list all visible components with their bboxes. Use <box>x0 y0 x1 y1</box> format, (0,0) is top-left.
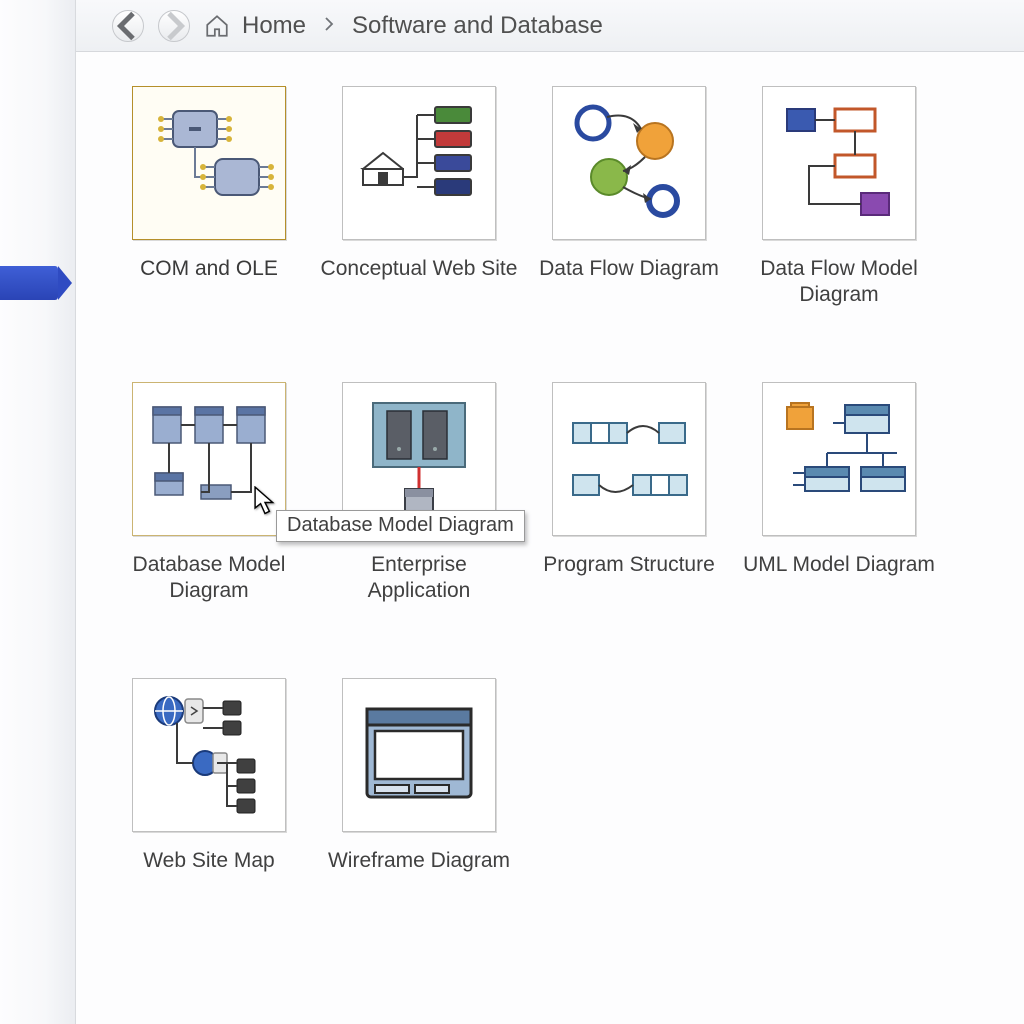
template-data-flow-model-diagram[interactable]: Data Flow Model Diagram <box>734 78 944 374</box>
web-site-map-icon <box>139 685 279 825</box>
template-thumbnail <box>342 678 496 832</box>
breadcrumb-current[interactable]: Software and Database <box>352 12 603 40</box>
template-label: Data Flow Diagram <box>533 256 725 282</box>
template-label: Database Model Diagram <box>104 552 314 605</box>
main-panel: Home Software and Database <box>76 0 1024 1024</box>
template-label: COM and OLE <box>134 256 284 282</box>
tooltip: Database Model Diagram <box>276 510 525 542</box>
template-label: Enterprise Application <box>314 552 524 605</box>
template-data-flow-diagram[interactable]: Data Flow Diagram <box>524 78 734 374</box>
template-uml-model-diagram[interactable]: UML Model Diagram <box>734 374 944 670</box>
template-program-structure[interactable]: Program Structure <box>524 374 734 670</box>
template-label: Data Flow Model Diagram <box>734 256 944 309</box>
breadcrumb-home[interactable]: Home <box>204 12 306 40</box>
nav-forward-button[interactable] <box>158 10 190 42</box>
template-label: Conceptual Web Site <box>315 256 524 282</box>
template-conceptual-web-site[interactable]: Conceptual Web Site <box>314 78 524 374</box>
template-label: Wireframe Diagram <box>322 848 516 874</box>
program-structure-icon <box>559 389 699 529</box>
data-flow-diagram-icon <box>559 93 699 233</box>
template-label: Web Site Map <box>137 848 281 874</box>
template-com-and-ole[interactable]: COM and OLE <box>104 78 314 374</box>
com-ole-icon <box>139 93 279 233</box>
template-thumbnail <box>552 382 706 536</box>
template-thumbnail <box>132 86 286 240</box>
template-label: UML Model Diagram <box>737 552 941 578</box>
template-label: Program Structure <box>537 552 721 578</box>
template-grid: COM and OLE <box>76 52 1024 992</box>
template-thumbnail <box>552 86 706 240</box>
uml-model-diagram-icon <box>769 389 909 529</box>
template-thumbnail <box>762 382 916 536</box>
template-web-site-map[interactable]: Web Site Map <box>104 670 314 966</box>
arrow-right-icon <box>159 11 189 41</box>
conceptual-web-site-icon <box>349 93 489 233</box>
wireframe-diagram-icon <box>349 685 489 825</box>
nav-back-button[interactable] <box>112 10 144 42</box>
template-thumbnail <box>132 678 286 832</box>
data-flow-model-diagram-icon <box>769 93 909 233</box>
enterprise-application-icon <box>349 389 489 529</box>
breadcrumb-bar: Home Software and Database <box>76 0 1024 52</box>
arrow-left-icon <box>113 11 143 41</box>
chevron-right-icon <box>320 15 338 36</box>
home-icon <box>204 13 230 39</box>
left-rail <box>0 0 76 1024</box>
breadcrumb-home-label: Home <box>242 12 306 40</box>
panel-expand-tab[interactable] <box>0 266 58 300</box>
cursor-icon <box>254 486 276 516</box>
template-wireframe-diagram[interactable]: Wireframe Diagram <box>314 670 524 966</box>
template-thumbnail <box>762 86 916 240</box>
template-thumbnail <box>342 86 496 240</box>
